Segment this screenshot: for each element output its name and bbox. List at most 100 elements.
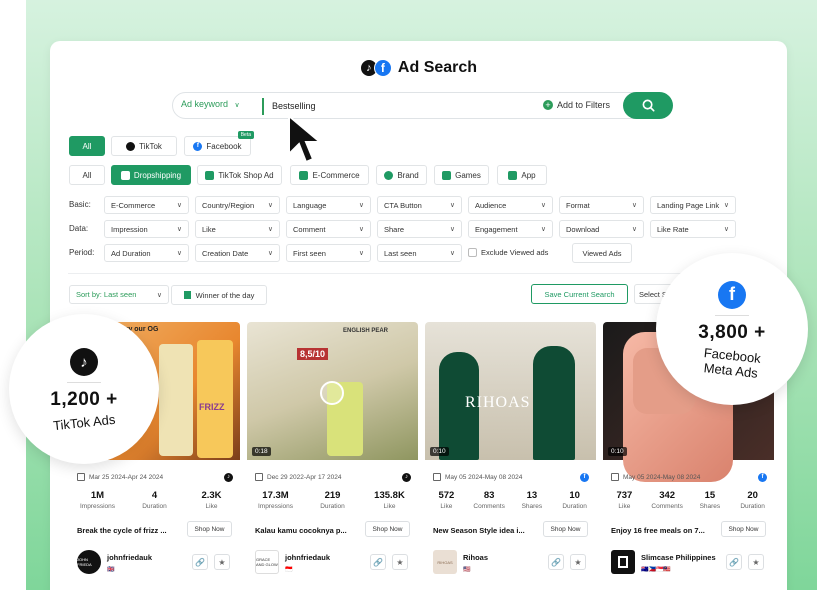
category-tab-app[interactable]: App bbox=[497, 165, 547, 185]
category-tab-ecommerce[interactable]: E-Commerce bbox=[290, 165, 369, 185]
filter-format[interactable]: Format ∨ bbox=[559, 196, 644, 214]
stat-like: 2.3K Like bbox=[183, 490, 240, 510]
shop-now-button[interactable]: Shop Now bbox=[365, 521, 410, 537]
filter-cta-button-label: CTA Button bbox=[384, 200, 422, 210]
ad-thumbnail[interactable]: RIHOAS bbox=[425, 322, 596, 460]
filter-like-rate[interactable]: Like Rate ∨ bbox=[650, 220, 736, 238]
filter-ad-duration[interactable]: Ad Duration ∨ bbox=[104, 244, 189, 262]
chevron-down-icon: ∨ bbox=[176, 202, 182, 209]
chevron-down-icon: ∨ bbox=[267, 250, 273, 257]
platform-tab-facebook[interactable]: f Facebook Beta bbox=[184, 131, 254, 156]
favorite-button[interactable]: ★ bbox=[748, 554, 764, 570]
brand-watermark: RIHOAS bbox=[465, 394, 531, 411]
filter-like[interactable]: Like ∨ bbox=[195, 220, 280, 238]
input-caret bbox=[262, 98, 264, 115]
chevron-down-icon: ∨ bbox=[176, 226, 182, 233]
stat-value: 15 bbox=[704, 490, 716, 501]
filter-first-seen[interactable]: First seen ∨ bbox=[286, 244, 371, 262]
search-button[interactable] bbox=[623, 92, 673, 119]
winner-of-the-day-button[interactable]: Winner of the day bbox=[171, 285, 267, 305]
advertiser-name[interactable]: johnfriedauk bbox=[285, 553, 330, 562]
category-tab-tiktok-shop-ad[interactable]: TikTok Shop Ad bbox=[197, 165, 282, 185]
stat-label: Duration bbox=[562, 503, 587, 510]
favorite-button[interactable]: ★ bbox=[392, 554, 408, 570]
link-button[interactable]: 🔗 bbox=[548, 554, 564, 570]
filter-language[interactable]: Language ∨ bbox=[286, 196, 371, 214]
ad-headline: Break the cycle of frizz ... bbox=[77, 526, 167, 535]
filter-share[interactable]: Share ∨ bbox=[377, 220, 462, 238]
tiktok-icon: ♪ bbox=[70, 348, 98, 376]
keyword-type-dropdown[interactable]: Ad keyword ∨ bbox=[181, 99, 240, 109]
ad-date-range: May 05 2024-May 08 2024 bbox=[611, 473, 700, 481]
advertiser-avatar bbox=[611, 550, 635, 574]
country-flags: 🇮🇩 bbox=[285, 567, 293, 573]
filter-cta-button[interactable]: CTA Button ∨ bbox=[377, 196, 462, 214]
filter-engagement[interactable]: Engagement ∨ bbox=[468, 220, 553, 238]
exclude-viewed-checkbox[interactable]: Exclude Viewed ads bbox=[468, 248, 548, 257]
filter-creation-date[interactable]: Creation Date ∨ bbox=[195, 244, 280, 262]
filter-impression[interactable]: Impression ∨ bbox=[104, 220, 189, 238]
stat-comments: 342 Comments bbox=[646, 490, 689, 510]
platform-tab-label: Facebook bbox=[206, 141, 242, 151]
shop-now-button[interactable]: Shop Now bbox=[721, 521, 766, 537]
calendar-icon bbox=[611, 473, 619, 481]
ad-stats: 17.3M Impressions 219 Duration 135.8K Like bbox=[247, 490, 418, 510]
filter-country-region-label: Country/Region bbox=[202, 200, 255, 210]
sort-dropdown[interactable]: Sort by: Last seen ∨ bbox=[69, 285, 169, 304]
advertiser-name[interactable]: Rihoas bbox=[463, 553, 488, 562]
avatar-text: RIHOAS bbox=[437, 559, 453, 565]
bubble-divider bbox=[67, 382, 101, 383]
add-to-filters-button[interactable]: + Add to Filters bbox=[543, 100, 610, 110]
category-tab-games[interactable]: Games bbox=[434, 165, 489, 185]
favorite-button[interactable]: ★ bbox=[214, 554, 230, 570]
search-bar: Ad keyword ∨ Bestselling + Add to Filter… bbox=[172, 92, 673, 119]
save-search-button[interactable]: Save Current Search bbox=[531, 284, 628, 304]
ad-date-range: Mar 25 2024-Apr 24 2024 bbox=[77, 473, 163, 481]
stat-label: Duration bbox=[740, 503, 765, 510]
link-button[interactable]: 🔗 bbox=[370, 554, 386, 570]
stat-impressions: 17.3M Impressions bbox=[247, 490, 304, 510]
country-flags: 🇺🇸 bbox=[463, 567, 471, 573]
flag-icon bbox=[183, 291, 191, 299]
category-tab-label: All bbox=[82, 170, 92, 180]
category-tab-label: Dropshipping bbox=[133, 170, 182, 180]
shop-now-button[interactable]: Shop Now bbox=[543, 521, 588, 537]
filter-landing-page-link[interactable]: Landing Page Link ∨ bbox=[650, 196, 736, 214]
store-icon bbox=[120, 170, 130, 180]
link-button[interactable]: 🔗 bbox=[726, 554, 742, 570]
facebook-icon: f bbox=[373, 59, 392, 77]
filter-download[interactable]: Download ∨ bbox=[559, 220, 644, 238]
filter-audience[interactable]: Audience ∨ bbox=[468, 196, 553, 214]
stat-impressions: 1M Impressions bbox=[69, 490, 126, 510]
calendar-icon bbox=[255, 473, 263, 481]
viewed-ads-button[interactable]: Viewed Ads bbox=[572, 243, 632, 263]
advertiser-name[interactable]: Slimcase Philippines bbox=[641, 553, 716, 562]
stat-value: 13 bbox=[526, 490, 538, 501]
advertiser-name[interactable]: johnfriedauk bbox=[107, 553, 152, 562]
stat-like: 572 Like bbox=[425, 490, 468, 510]
filter-country-region[interactable]: Country/Region ∨ bbox=[195, 196, 280, 214]
filter-ecommerce[interactable]: E-Commerce ∨ bbox=[104, 196, 189, 214]
search-input[interactable]: Bestselling bbox=[272, 101, 316, 111]
category-tab-dropshipping[interactable]: Dropshipping bbox=[111, 165, 191, 185]
platform-tab-all[interactable]: All bbox=[69, 136, 105, 156]
filter-comment[interactable]: Comment ∨ bbox=[286, 220, 371, 238]
chevron-down-icon: ∨ bbox=[540, 202, 546, 209]
shop-now-button[interactable]: Shop Now bbox=[187, 521, 232, 537]
stat-label: Impressions bbox=[257, 503, 294, 510]
link-button[interactable]: 🔗 bbox=[192, 554, 208, 570]
advertiser-avatar: JOHN FRIEDA bbox=[77, 550, 101, 574]
category-tab-all[interactable]: All bbox=[69, 165, 105, 185]
category-tab-brand[interactable]: Brand bbox=[376, 165, 427, 185]
filter-last-seen[interactable]: Last seen ∨ bbox=[377, 244, 462, 262]
save-search-label: Save Current Search bbox=[544, 289, 615, 299]
favorite-button[interactable]: ★ bbox=[570, 554, 586, 570]
platform-tab-tiktok[interactable]: TikTok bbox=[111, 136, 177, 156]
play-icon[interactable] bbox=[320, 381, 344, 405]
winner-label: Winner of the day bbox=[195, 290, 255, 300]
cart-icon bbox=[299, 170, 309, 180]
ad-card[interactable]: RIHOAS 0:10 May 05 2024-May 08 2024 f 57… bbox=[425, 322, 596, 582]
ad-thumbnail[interactable]: ENGLISH PEAR 8,5/10 bbox=[247, 322, 418, 460]
ad-card[interactable]: ENGLISH PEAR 8,5/10 0:18 Dec 29 2022-Apr… bbox=[247, 322, 418, 582]
add-to-filters-label: Add to Filters bbox=[557, 100, 611, 110]
